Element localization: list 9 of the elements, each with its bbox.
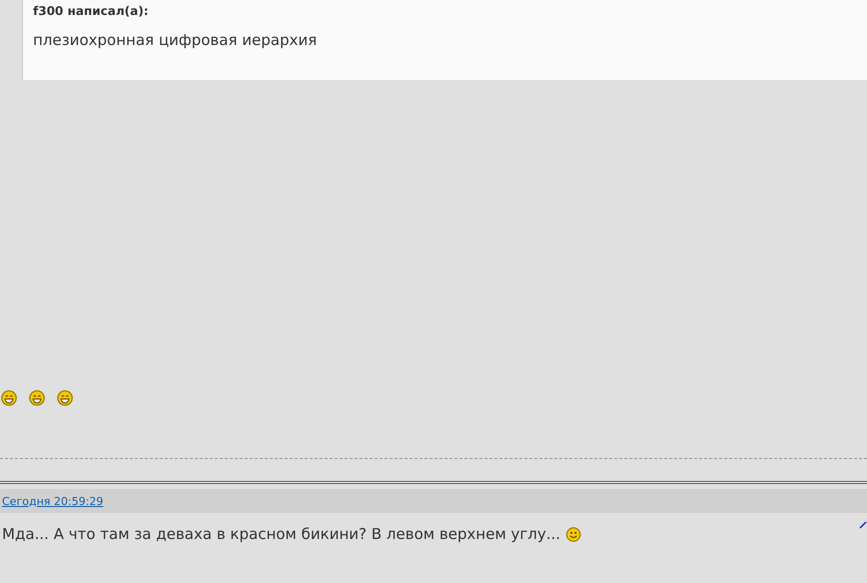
laughing-smiley-icon	[1, 390, 17, 406]
laughing-smiley-icon	[57, 390, 73, 406]
quote-text: плезиохронная цифровая иерархия	[33, 31, 318, 49]
post-time-link[interactable]: Сегодня 20:59:29	[0, 494, 104, 508]
line-mark-icon	[859, 521, 867, 529]
quote-author: f300 написал(а):	[33, 3, 150, 19]
laughing-smiley-icon	[29, 390, 45, 406]
smiley-icon	[566, 526, 582, 542]
post-text: Мда... А что там за деваха в красном бикини? В левом верхнем углу...	[2, 525, 560, 543]
